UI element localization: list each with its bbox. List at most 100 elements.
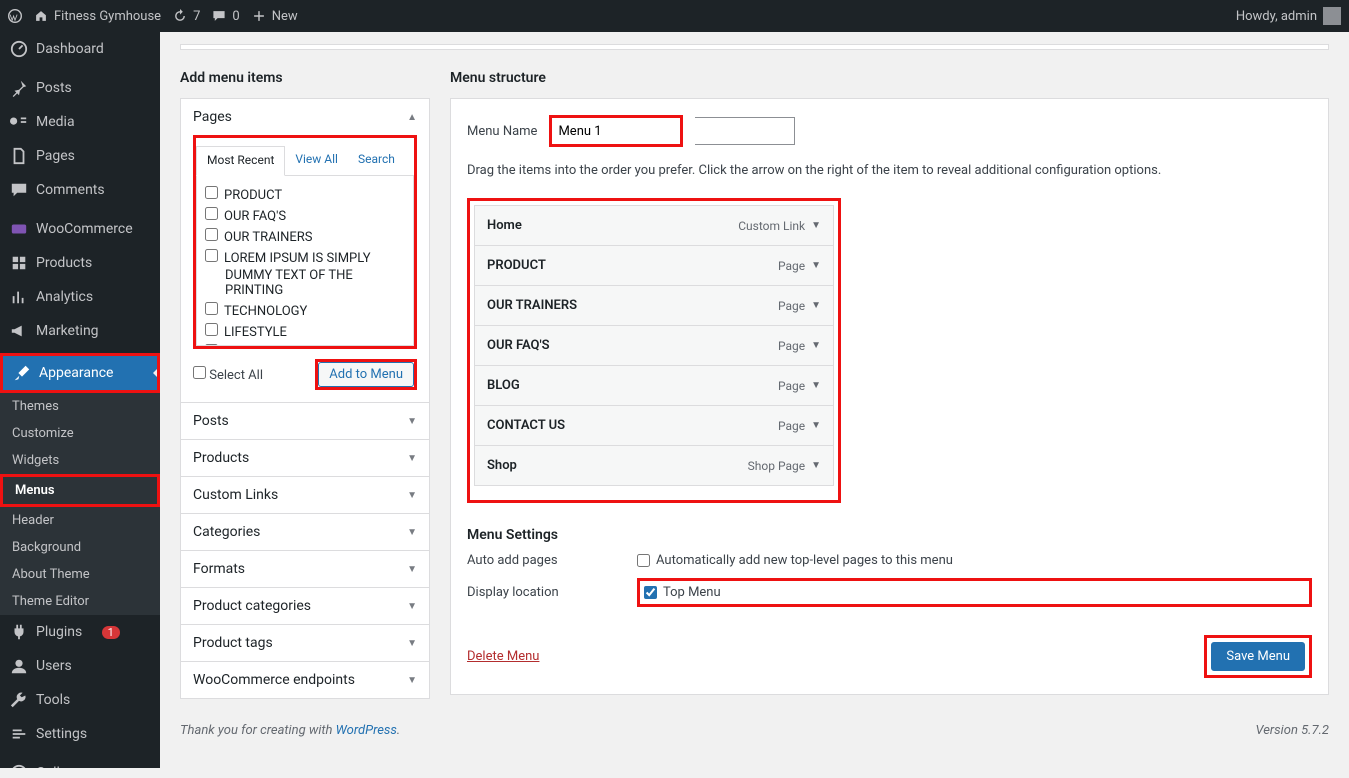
page-checkbox-item[interactable]: PRODUCT (205, 184, 405, 205)
page-checkbox-item[interactable]: LOREM IPSUM IS SIMPLY (205, 247, 405, 268)
metabox-woo-endpoints: WooCommerce endpoints▼ (180, 662, 430, 699)
sub-about-theme[interactable]: About Theme (0, 561, 160, 588)
page-checkbox-item[interactable]: TECHNOLOGY (205, 300, 405, 321)
site-link[interactable]: Fitness Gymhouse (34, 9, 161, 24)
chevron-down-icon[interactable]: ▼ (811, 460, 821, 471)
save-menu-button[interactable]: Save Menu (1211, 642, 1305, 671)
sub-theme-editor[interactable]: Theme Editor (0, 588, 160, 615)
sidebar-item-appearance[interactable]: Appearance (3, 356, 157, 390)
admin-sidebar: Dashboard Posts Media Pages Comments Woo… (0, 32, 160, 768)
sidebar-collapse[interactable]: Collapse menu (0, 756, 160, 768)
sidebar-item-posts[interactable]: Posts (0, 71, 160, 105)
chevron-down-icon[interactable]: ▼ (811, 420, 821, 431)
top-menu-checkbox[interactable] (644, 586, 657, 599)
metabox-head[interactable]: Product categories▼ (181, 588, 429, 624)
sub-themes[interactable]: Themes (0, 393, 160, 420)
sidebar-label: Appearance (39, 365, 113, 381)
metabox-head[interactable]: Categories▼ (181, 514, 429, 550)
metabox-head[interactable]: Product tags▼ (181, 625, 429, 661)
howdy-text[interactable]: Howdy, admin (1236, 9, 1317, 24)
page-checkbox[interactable] (205, 323, 218, 336)
menu-name-input-ext[interactable] (695, 117, 795, 145)
new-label: New (272, 9, 298, 24)
select-all-label[interactable]: Select All (193, 366, 263, 383)
sub-header[interactable]: Header (0, 507, 160, 534)
page-checkbox-item[interactable]: OUR FAQ'S (205, 205, 405, 226)
comment-icon (212, 9, 226, 23)
page-checkbox[interactable] (205, 302, 218, 315)
page-checkbox-item[interactable]: OUR TRAINERS (205, 226, 405, 247)
sidebar-item-settings[interactable]: Settings (0, 717, 160, 751)
collapse-icon (10, 764, 28, 768)
avatar[interactable] (1323, 7, 1341, 25)
top-panel-edge (180, 44, 1329, 50)
page-icon (10, 147, 28, 165)
page-checkbox[interactable] (205, 344, 218, 346)
page-checkbox-item[interactable]: TRAVEL (205, 342, 405, 346)
sidebar-item-plugins[interactable]: Plugins 1 (0, 615, 160, 649)
sub-widgets[interactable]: Widgets (0, 447, 160, 474)
auto-add-checkbox[interactable] (637, 554, 650, 567)
add-to-menu-button[interactable]: Add to Menu (318, 362, 414, 387)
chevron-down-icon[interactable]: ▼ (811, 380, 821, 391)
pages-list[interactable]: PRODUCT OUR FAQ'S OUR TRAINERS LOREM IPS… (196, 176, 414, 346)
sidebar-item-users[interactable]: Users (0, 649, 160, 683)
chevron-down-icon[interactable]: ▼ (811, 220, 821, 231)
metabox-head[interactable]: Posts▼ (181, 403, 429, 439)
metabox-head[interactable]: WooCommerce endpoints▼ (181, 662, 429, 698)
top-menu-checkbox-label[interactable]: Top Menu (644, 585, 1249, 600)
metabox-custom-links: Custom Links▼ (180, 477, 430, 514)
sub-menus[interactable]: Menus (3, 477, 157, 504)
sidebar-item-pages[interactable]: Pages (0, 139, 160, 173)
page-checkbox-item[interactable]: LIFESTYLE (205, 321, 405, 342)
sidebar-item-marketing[interactable]: Marketing (0, 314, 160, 348)
menu-item[interactable]: CONTACT USPage▼ (474, 406, 834, 446)
menu-item[interactable]: OUR FAQ'SPage▼ (474, 326, 834, 366)
page-checkbox[interactable] (205, 207, 218, 220)
menu-item[interactable]: OUR TRAINERSPage▼ (474, 286, 834, 326)
new-link[interactable]: New (252, 9, 298, 24)
tab-search[interactable]: Search (348, 146, 405, 175)
sidebar-item-analytics[interactable]: Analytics (0, 280, 160, 314)
metabox-head[interactable]: Custom Links▼ (181, 477, 429, 513)
sidebar-label: Dashboard (36, 41, 104, 57)
select-all-checkbox[interactable] (193, 366, 206, 379)
auto-add-checkbox-label[interactable]: Automatically add new top-level pages to… (637, 553, 1312, 568)
page-checkbox[interactable] (205, 186, 218, 199)
sidebar-item-dashboard[interactable]: Dashboard (0, 32, 160, 66)
metabox-head[interactable]: Formats▼ (181, 551, 429, 587)
sidebar-label: Posts (36, 80, 72, 96)
updates-link[interactable]: 7 (173, 9, 200, 24)
sub-background[interactable]: Background (0, 534, 160, 561)
page-checkbox[interactable] (205, 249, 218, 262)
menu-item[interactable]: ShopShop Page▼ (474, 446, 834, 486)
menu-settings-heading: Menu Settings (467, 527, 1312, 543)
menu-structure-title: Menu structure (450, 70, 1329, 86)
sub-customize[interactable]: Customize (0, 420, 160, 447)
sidebar-label: Settings (36, 726, 87, 742)
menu-item[interactable]: BLOGPage▼ (474, 366, 834, 406)
chevron-down-icon[interactable]: ▼ (811, 300, 821, 311)
menu-item[interactable]: HomeCustom Link▼ (474, 205, 834, 246)
menu-items-list: HomeCustom Link▼ PRODUCTPage▼ OUR TRAINE… (474, 205, 834, 496)
sidebar-item-products[interactable]: Products (0, 246, 160, 280)
chevron-down-icon[interactable]: ▼ (811, 340, 821, 351)
tab-most-recent[interactable]: Most Recent (196, 146, 285, 176)
page-checkbox[interactable] (205, 228, 218, 241)
comments-link[interactable]: 0 (212, 9, 239, 24)
sidebar-item-comments[interactable]: Comments (0, 173, 160, 207)
sidebar-item-woocommerce[interactable]: WooCommerce (0, 212, 160, 246)
add-menu-items-title: Add menu items (180, 70, 430, 86)
wordpress-link[interactable]: WordPress (336, 723, 397, 738)
menu-item[interactable]: PRODUCTPage▼ (474, 246, 834, 286)
sidebar-label: Marketing (36, 323, 99, 339)
sidebar-item-media[interactable]: Media (0, 105, 160, 139)
menu-name-input[interactable] (552, 118, 680, 144)
delete-menu-link[interactable]: Delete Menu (467, 649, 539, 664)
metabox-pages-head[interactable]: Pages ▲ (181, 99, 429, 135)
sidebar-item-tools[interactable]: Tools (0, 683, 160, 717)
tab-view-all[interactable]: View All (285, 146, 348, 175)
wp-logo[interactable] (8, 9, 22, 23)
metabox-head[interactable]: Products▼ (181, 440, 429, 476)
chevron-down-icon[interactable]: ▼ (811, 260, 821, 271)
